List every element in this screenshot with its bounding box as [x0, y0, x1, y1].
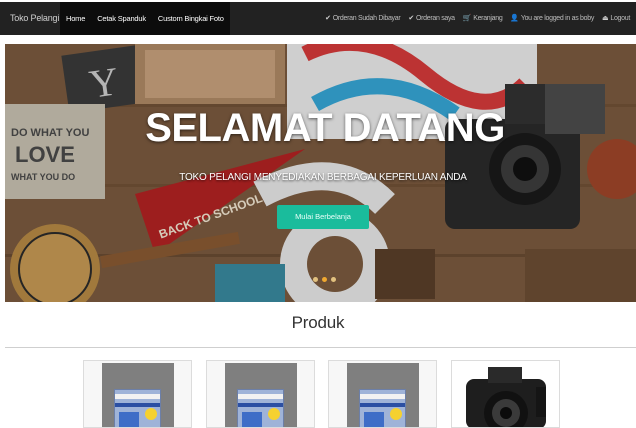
brand-link[interactable]: Toko Pelangi	[10, 2, 59, 35]
product-image[interactable]	[347, 363, 419, 427]
product-image[interactable]	[225, 363, 297, 427]
nav-left-menu: Home Cetak Spanduk Custom Bingkai Foto	[60, 2, 230, 35]
check-icon: ✔	[408, 15, 414, 22]
nav-orderan-dibayar-label: Orderan Sudah Dibayar	[332, 15, 401, 22]
product-card[interactable]	[451, 360, 560, 428]
logout-icon: ⏏	[602, 15, 609, 22]
nav-user-label: You are logged in as boby	[520, 15, 595, 22]
product-image[interactable]	[102, 363, 174, 427]
nav-right-menu: ✔ Orderan Sudah Dibayar ✔ Orderan saya 🛒…	[321, 2, 634, 35]
products-heading: Produk	[291, 313, 345, 332]
camera-product-image[interactable]	[452, 361, 560, 428]
hero-carousel[interactable]: Y DO WHAT YOU LOVE WHAT YOU DO BACK TO S…	[5, 44, 636, 302]
nav-cetak-spanduk-link[interactable]: Cetak Spanduk	[91, 2, 152, 35]
carousel-indicators	[313, 277, 336, 282]
carousel-dot[interactable]	[331, 277, 336, 282]
nav-keranjang-label: Keranjang	[473, 15, 503, 22]
product-card[interactable]	[206, 360, 315, 428]
nav-logout-link[interactable]: ⏏ Logout	[598, 2, 634, 35]
carousel-dot-active[interactable]	[322, 277, 327, 282]
user-icon: 👤	[510, 15, 519, 22]
product-card[interactable]	[328, 360, 437, 428]
check-icon: ✔	[325, 15, 331, 22]
cart-icon: 🛒	[462, 15, 472, 22]
carousel-dot[interactable]	[313, 277, 318, 282]
hero-subtitle: TOKO PELANGI MENYEDIAKAN BERBAGAI KEPERL…	[179, 172, 467, 183]
nav-user-link[interactable]: 👤 You are logged in as boby	[506, 2, 598, 35]
top-navbar: Toko Pelangi Home Cetak Spanduk Custom B…	[0, 2, 636, 35]
nav-home-link[interactable]: Home	[60, 2, 92, 35]
nav-orderan-saya-label: Orderan saya	[415, 15, 455, 22]
nav-logout-label: Logout	[610, 15, 630, 22]
section-divider	[5, 347, 636, 348]
nav-orderan-dibayar-link[interactable]: ✔ Orderan Sudah Dibayar	[321, 2, 404, 35]
nav-custom-bingkai-foto-link[interactable]: Custom Bingkai Foto	[151, 2, 230, 35]
product-card[interactable]	[83, 360, 192, 428]
start-shopping-button[interactable]: Mulai Berbelanja	[277, 205, 369, 229]
nav-keranjang-link[interactable]: 🛒 Keranjang	[459, 2, 507, 35]
nav-orderan-saya-link[interactable]: ✔ Orderan saya	[404, 2, 458, 35]
hero-title: SELAMAT DATANG	[145, 106, 505, 150]
